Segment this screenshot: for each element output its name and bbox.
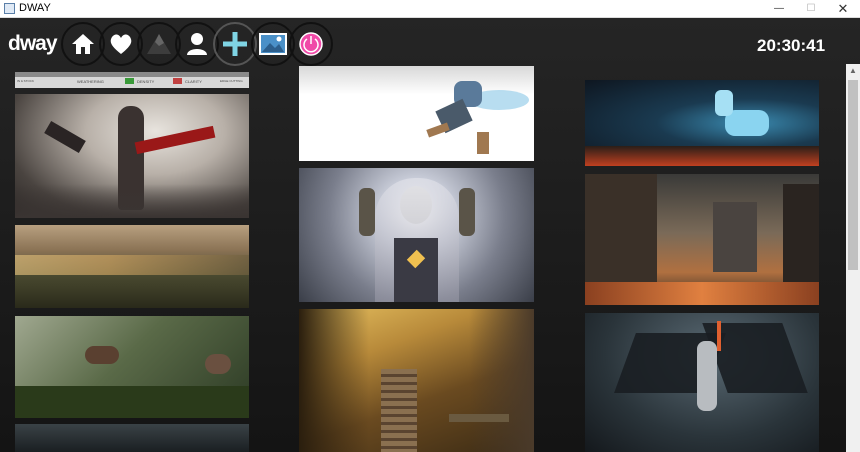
- wallpaper-assassin[interactable]: [15, 94, 249, 218]
- wallpaper-forest-creature[interactable]: [15, 316, 249, 418]
- spec-label-clarity: CLARITY: [185, 79, 202, 84]
- wallpaper-ice-stag[interactable]: [585, 80, 819, 166]
- minimize-button[interactable]: —: [764, 0, 794, 18]
- app-icon: [4, 3, 15, 14]
- wallpaper-valley[interactable]: [15, 225, 249, 308]
- maximize-button[interactable]: ☐: [796, 0, 826, 18]
- app-logo: dway: [8, 32, 58, 55]
- power-button[interactable]: [289, 22, 333, 66]
- spec-label-edge: EDGE CUTTING: [220, 79, 243, 83]
- power-icon: [299, 32, 323, 56]
- mountain-icon: [147, 34, 171, 54]
- wallpaper-autumn-stairs[interactable]: [299, 309, 534, 452]
- clock: 20:30:41: [757, 36, 826, 55]
- wallpaper-goddess[interactable]: [299, 168, 534, 302]
- close-button[interactable]: ✕: [828, 0, 858, 18]
- window-titlebar: DWAY — ☐ ✕: [0, 0, 860, 18]
- wallpaper-dark-angel[interactable]: [585, 313, 819, 452]
- spec-label-density: DENSITY: [137, 79, 155, 84]
- spec-label-weathering: WEATHERING: [77, 79, 104, 84]
- user-icon: [187, 33, 207, 55]
- heart-icon: [110, 34, 132, 54]
- main-content: dway 20:30:41 WEATHERING DENSITY CLARITY…: [0, 18, 860, 452]
- window-title: DWAY: [19, 2, 51, 14]
- plus-icon: [223, 32, 247, 56]
- wallpaper-airbender[interactable]: [299, 66, 534, 161]
- wallpaper-dark-bottom[interactable]: [15, 424, 249, 452]
- scroll-up-arrow[interactable]: ▲: [846, 64, 860, 78]
- wallpaper-ruins[interactable]: [585, 174, 819, 305]
- home-icon: [72, 34, 94, 54]
- spec-label-stock: IN & STOCK: [17, 79, 34, 83]
- scrollbar[interactable]: ▲: [846, 64, 860, 452]
- image-icon: [259, 33, 287, 55]
- spec-strip-image[interactable]: WEATHERING DENSITY CLARITY IN & STOCK ED…: [15, 72, 249, 88]
- scroll-thumb[interactable]: [848, 80, 858, 270]
